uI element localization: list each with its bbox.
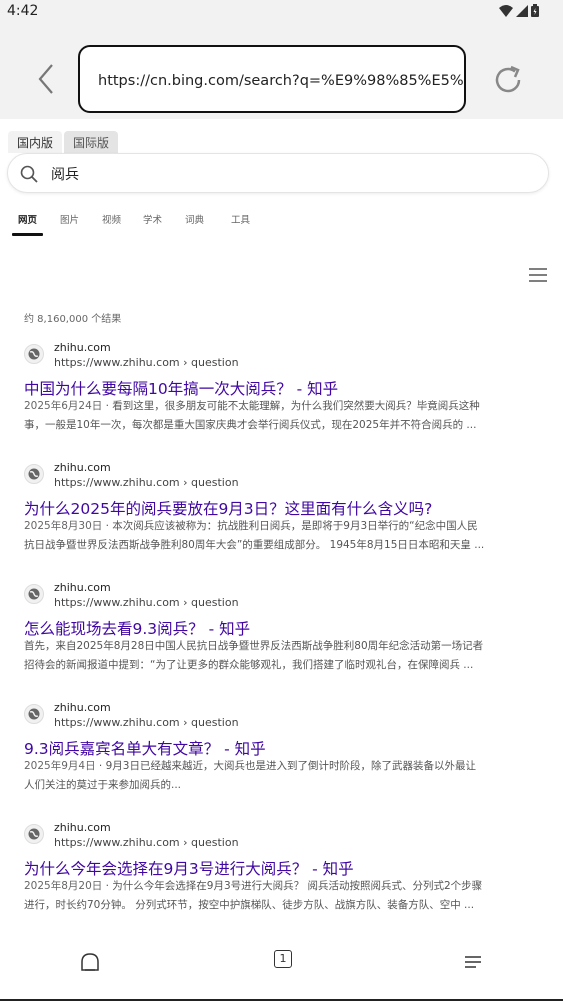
- result-title[interactable]: 为什么2025年的阅兵要放在9月3日？这里面有什么含义吗?: [24, 497, 432, 519]
- result-date: 2025年8月30日: [24, 520, 103, 532]
- tab-domestic[interactable]: 国内版: [8, 131, 63, 153]
- status-icons: [499, 4, 539, 17]
- snippet-line: 人们关注的莫过于来参加阅兵的...: [24, 779, 182, 791]
- back-arrow-icon[interactable]: [30, 62, 64, 96]
- result-url[interactable]: https://www.zhihu.com › question: [54, 476, 239, 489]
- result-snippet: 2025年9月4日 · 9月3日已经越来越近，大阅兵也是进入到了倒计时阶段，除了…: [24, 757, 534, 795]
- result-date: 2025年6月24日: [24, 400, 103, 412]
- globe-icon[interactable]: [24, 464, 44, 484]
- result-date: 2025年9月4日: [24, 760, 96, 772]
- snippet-line: 抗日战争暨世界反法西斯战争胜利80周年大会”的重要组成部分。 1945年8月15…: [24, 539, 485, 551]
- menu-lines-icon[interactable]: [462, 950, 486, 974]
- snippet-line: 进行，时长约70分钟。 分列式环节，按空中护旗梯队、徒步方队、战旗方队、装备方队…: [24, 899, 475, 911]
- signal-icon: [516, 4, 528, 17]
- result-url[interactable]: https://www.zhihu.com › question: [54, 716, 239, 729]
- url-bar[interactable]: https://cn.bing.com/search?q=%E9%98%85%E…: [78, 45, 466, 113]
- result-title[interactable]: 怎么能现场去看9.3阅兵？ - 知乎: [24, 617, 250, 639]
- browser-toolbar: https://cn.bing.com/search?q=%E9%98%85%E…: [0, 24, 563, 119]
- result-title[interactable]: 中国为什么要每隔10年搞一次大阅兵？ - 知乎: [24, 377, 338, 399]
- tab-international[interactable]: 国际版: [64, 131, 119, 153]
- globe-icon[interactable]: [24, 704, 44, 724]
- wifi-icon: [499, 4, 513, 17]
- search-input[interactable]: 阅兵: [51, 164, 79, 184]
- result-title[interactable]: 为什么今年会选择在9月3号进行大阅兵？ - 知乎: [24, 857, 354, 879]
- result-count: 约 8,160,000 个结果: [24, 314, 122, 325]
- result-site[interactable]: zhihu.com: [54, 461, 111, 474]
- status-bar: 4:42: [0, 0, 563, 24]
- snippet-line: · 为什么今年会选择在9月3号进行大阅兵？ 阅兵活动按照阅兵式、分列式2个步骤: [102, 880, 483, 892]
- result-snippet: 2025年8月30日 · 本次阅兵应该被称为：抗战胜利日阅兵，是即将于9月3日举…: [24, 517, 534, 555]
- result-snippet: 首先，来自2025年8月28日中国人民抗日战争暨世界反法西斯战争胜利80周年纪念…: [24, 637, 534, 675]
- result-url[interactable]: https://www.zhihu.com › question: [54, 596, 239, 609]
- result-date: 2025年8月20日: [24, 880, 103, 892]
- menu-icon[interactable]: [528, 267, 548, 283]
- result-snippet: 2025年8月20日 · 为什么今年会选择在9月3号进行大阅兵？ 阅兵活动按照阅…: [24, 877, 534, 915]
- result-site[interactable]: zhihu.com: [54, 341, 111, 354]
- globe-icon[interactable]: [24, 584, 44, 604]
- tabs-button[interactable]: 1: [274, 950, 292, 968]
- result-site[interactable]: zhihu.com: [54, 581, 111, 594]
- tab-tools[interactable]: 工具: [231, 212, 250, 226]
- tab-images[interactable]: 图片: [60, 212, 79, 226]
- tab-dictionary[interactable]: 词典: [185, 212, 204, 226]
- bottom-nav: 1: [0, 933, 563, 1001]
- snippet-line: · 看到这里，很多朋友可能不太能理解，为什么我们突然要大阅兵？毕竟阅兵这种: [102, 400, 480, 412]
- result-site[interactable]: zhihu.com: [54, 701, 111, 714]
- snippet-line: 首先，来自2025年8月28日中国人民抗日战争暨世界反法西斯战争胜利80周年纪念…: [24, 640, 484, 652]
- tab-academic[interactable]: 学术: [143, 212, 162, 226]
- reload-icon[interactable]: [490, 62, 526, 98]
- search-box[interactable]: 阅兵: [7, 153, 549, 193]
- region-tabs: 国内版 国际版: [8, 131, 119, 153]
- url-text[interactable]: https://cn.bing.com/search?q=%E9%98%85%E…: [98, 73, 464, 89]
- snippet-line: 招待会的新闻报道中提到：“为了让更多的群众能够观礼，我们搭建了临时观礼台，在保障…: [24, 659, 474, 671]
- result-site[interactable]: zhihu.com: [54, 821, 111, 834]
- status-time: 4:42: [7, 3, 39, 19]
- globe-icon[interactable]: [24, 344, 44, 364]
- result-snippet: 2025年6月24日 · 看到这里，很多朋友可能不太能理解，为什么我们突然要大阅…: [24, 397, 534, 435]
- active-tab-indicator: [12, 233, 43, 236]
- snippet-line: 事，一般是10年一次，每次都是重大国家庆典才会举行阅兵仪式，现在2025年并不符…: [24, 419, 477, 431]
- result-title[interactable]: 9.3阅兵嘉宾名单大有文章？ - 知乎: [24, 737, 266, 759]
- tab-web[interactable]: 网页: [18, 212, 37, 226]
- snippet-line: · 本次阅兵应该被称为：抗战胜利日阅兵，是即将于9月3日举行的“纪念中国人民: [102, 520, 478, 532]
- battery-icon: [531, 4, 539, 17]
- search-icon[interactable]: [20, 165, 38, 183]
- result-url[interactable]: https://www.zhihu.com › question: [54, 356, 239, 369]
- snippet-line: · 9月3日已经越来越近，大阅兵也是进入到了倒计时阶段，除了武器装备以外最让: [95, 760, 476, 772]
- tab-videos[interactable]: 视频: [102, 212, 121, 226]
- result-url[interactable]: https://www.zhihu.com › question: [54, 836, 239, 849]
- globe-icon[interactable]: [24, 824, 44, 844]
- home-icon[interactable]: [78, 950, 102, 974]
